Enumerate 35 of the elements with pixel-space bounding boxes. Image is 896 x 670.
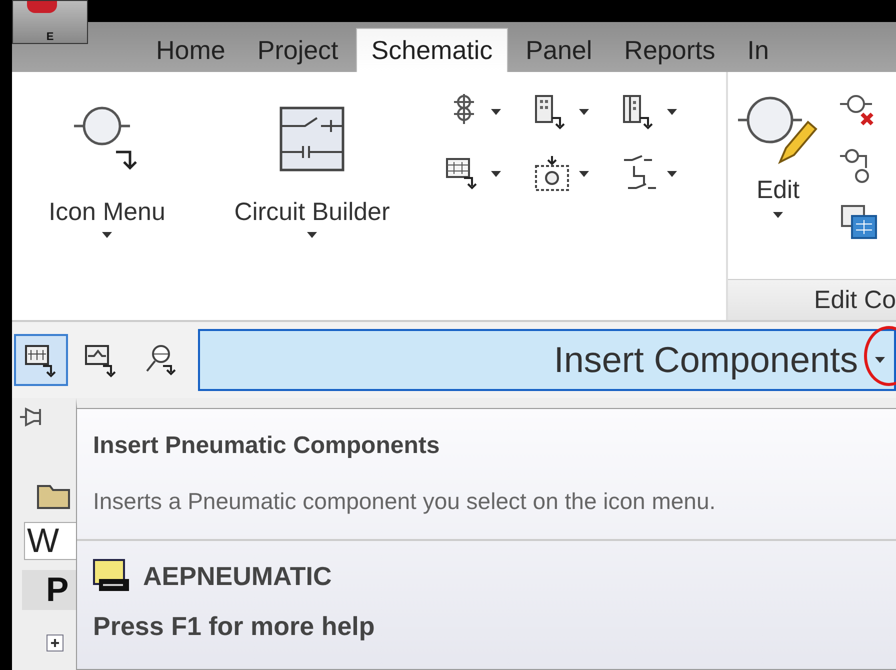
edit-button[interactable]: Edit	[728, 90, 828, 279]
caret-icon[interactable]	[490, 170, 502, 178]
caret-icon[interactable]	[772, 211, 784, 219]
ribbon-button[interactable]: Icon Menu	[12, 92, 202, 292]
application-menu-button[interactable]: E	[12, 0, 88, 44]
caret-icon[interactable]	[490, 108, 502, 116]
panel-header: P	[22, 570, 76, 610]
command-icon	[93, 559, 131, 593]
palette-title-bar[interactable]: Insert Components	[198, 329, 896, 391]
caret-icon[interactable]	[306, 231, 318, 239]
ribbon-tab[interactable]: Home	[142, 28, 240, 72]
logo-icon	[27, 1, 57, 13]
caret-icon[interactable]	[874, 356, 886, 364]
ribbon-tab[interactable]: Reports	[610, 28, 730, 72]
panel-title: Edit Co	[814, 286, 896, 314]
palette-title: Insert Components	[554, 339, 858, 381]
caret-icon[interactable]	[666, 170, 678, 178]
help-hint: Press F1 for more help	[93, 611, 376, 642]
ribbon-tab[interactable]: Schematic	[356, 28, 508, 72]
ribbon-button[interactable]: Circuit Builder	[202, 92, 422, 292]
palette-tool-button[interactable]	[14, 334, 68, 386]
ribbon-tab[interactable]: Panel	[512, 28, 606, 72]
caret-icon[interactable]	[578, 108, 590, 116]
circuit-diagram-icon	[277, 104, 347, 174]
dashed-circle-icon[interactable]	[532, 154, 572, 194]
swap-icon[interactable]	[838, 202, 878, 242]
ribbon-tab[interactable]: In	[733, 28, 783, 72]
tooltip-title: Insert Pneumatic Components	[93, 432, 441, 460]
tooltip-description: Inserts a Pneumatic component you select on the icon menu.	[93, 488, 717, 515]
expand-icon[interactable]	[46, 634, 66, 654]
ribbon-tab[interactable]: Project	[243, 28, 352, 72]
caret-icon[interactable]	[666, 108, 678, 116]
caret-icon[interactable]	[101, 231, 113, 239]
caret-icon[interactable]	[578, 170, 590, 178]
command-name: AEPNEUMATIC	[143, 560, 332, 592]
